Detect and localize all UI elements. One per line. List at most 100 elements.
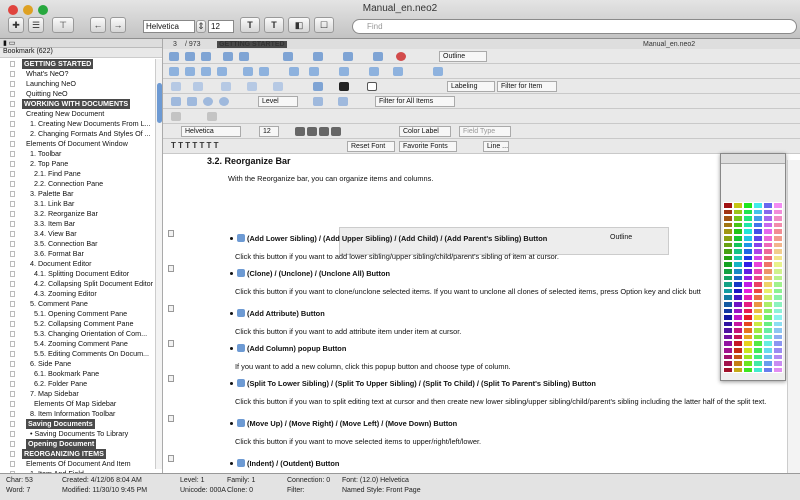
outline-checkbox[interactable] [10,81,15,87]
zoom-out-icon[interactable] [187,97,197,106]
outline-checkbox[interactable] [10,91,15,97]
color-swatch[interactable] [763,287,773,295]
outline-checkbox[interactable] [10,301,15,307]
color-swatch[interactable] [723,327,733,334]
color-swatch[interactable] [723,333,733,341]
line-popup[interactable]: Line ... [483,141,509,152]
checkbox-item-icon[interactable] [193,82,203,91]
split-child-icon[interactable] [373,52,383,61]
format-size-popup[interactable]: 12 [259,126,279,137]
color-swatch[interactable] [753,254,763,262]
color-swatch[interactable] [723,221,733,229]
color-swatch[interactable] [773,267,783,275]
color-swatch[interactable] [733,208,743,216]
outline-item[interactable]: What's NeO? [0,69,154,79]
color-swatch[interactable] [753,366,763,374]
color-label-popup[interactable]: Color Label [399,126,451,137]
collapse-icon[interactable] [309,67,319,76]
play-icon[interactable] [203,97,213,106]
sidebar-scrollbar[interactable] [155,59,162,469]
color-swatch[interactable] [723,261,733,268]
color-swatch[interactable] [753,307,763,315]
color-swatch[interactable] [773,294,783,301]
outline-item[interactable]: 5.5. Editing Comments On Docum... [0,349,154,359]
add-child-icon[interactable] [201,52,211,61]
outline-checkbox[interactable] [10,361,15,367]
frame-icon[interactable] [367,82,377,91]
color-swatch[interactable] [733,327,743,334]
color-swatch[interactable] [763,281,773,288]
color-swatch[interactable] [733,248,743,255]
color-swatch[interactable] [723,202,733,209]
color-swatch[interactable] [743,307,753,315]
field-type-popup[interactable]: Field Type [459,126,511,137]
add-lower-sibling-icon[interactable] [169,52,179,61]
color-swatch[interactable] [743,274,753,282]
color-swatch[interactable] [733,261,743,268]
color-swatch[interactable] [733,202,743,209]
color-swatch[interactable] [773,274,783,282]
color-swatch[interactable] [743,208,753,216]
format-font-popup[interactable]: Helvetica [181,126,241,137]
color-swatch[interactable] [733,360,743,367]
color-swatch[interactable] [723,353,733,361]
color-swatch[interactable] [733,241,743,249]
outline-item[interactable]: Opening Document [0,439,154,449]
outline-checkbox[interactable] [10,251,15,257]
color-swatch[interactable] [763,267,773,275]
color-swatch[interactable] [773,320,783,328]
outline-tree[interactable]: GETTING STARTED What's NeO? Launching NeO Q… [0,59,154,479]
color-swatch[interactable] [763,228,773,235]
item-type-icon[interactable] [171,82,181,91]
color-swatch[interactable] [753,261,763,268]
color-swatch[interactable] [753,294,763,301]
border-style-icon[interactable]: ☐ [314,17,334,33]
color-swatch[interactable] [753,234,763,242]
outline-checkbox[interactable] [10,191,15,197]
color-swatch[interactable] [743,314,753,321]
color-swatch[interactable] [723,300,733,308]
outline-checkbox[interactable] [10,311,15,317]
color-swatch[interactable] [733,287,743,295]
color-swatch[interactable] [763,300,773,308]
color-swatch[interactable] [763,294,773,301]
outline-item[interactable]: • Saving Documents To Library [0,429,154,439]
outline-item[interactable]: 4.3. Zooming Editor [0,289,154,299]
view-mode-icon[interactable]: ⊤ [52,17,74,33]
color-swatch[interactable] [733,294,743,301]
color-swatch[interactable] [753,215,763,222]
filter-all-popup[interactable]: Filter for All Items [375,96,455,107]
comment-icon[interactable] [168,340,174,347]
outline-item[interactable]: Elements Of Document And Item [0,459,154,469]
comment-icon[interactable] [168,230,174,237]
color-swatch[interactable] [723,287,733,295]
outline-checkbox[interactable] [10,151,15,157]
clone-icon[interactable] [223,52,233,61]
color-swatch[interactable] [723,360,733,367]
color-swatch[interactable] [763,360,773,367]
color-swatch[interactable] [723,314,733,321]
color-swatch[interactable] [773,314,783,321]
color-swatch[interactable] [733,254,743,262]
connection-icon[interactable] [171,112,181,121]
color-swatch[interactable] [723,366,733,374]
outline-checkbox[interactable] [10,461,15,467]
outline-item[interactable]: Creating New Document [0,109,154,119]
outline-checkbox[interactable] [10,401,15,407]
outline-checkbox[interactable] [10,241,15,247]
outline-checkbox[interactable] [10,451,15,457]
color-swatch[interactable] [723,340,733,348]
color-swatch[interactable] [753,353,763,361]
align-center-icon[interactable] [307,127,317,136]
color-swatch[interactable] [753,241,763,249]
outline-checkbox[interactable] [10,271,15,277]
outline-checkbox[interactable] [10,411,15,417]
color-swatch[interactable] [763,234,773,242]
align-left-icon[interactable] [295,127,305,136]
outline-item[interactable]: 3.1. Link Bar [0,199,154,209]
color-swatch[interactable] [763,340,773,348]
outline-item[interactable]: 1. Toolbar [0,149,154,159]
labeling-popup[interactable]: Labeling [447,81,495,92]
text-color-icon[interactable]: T [240,17,260,33]
font-stepper-icon[interactable]: ⇕ [196,20,206,33]
